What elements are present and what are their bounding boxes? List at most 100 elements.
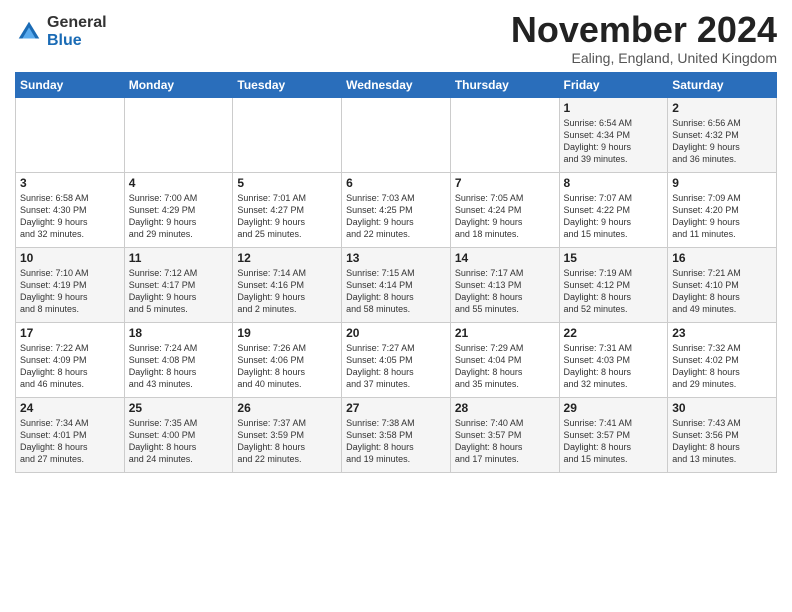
day-number: 26 xyxy=(237,401,337,415)
day-number: 1 xyxy=(564,101,664,115)
day-info: Sunrise: 7:01 AM Sunset: 4:27 PM Dayligh… xyxy=(237,192,337,241)
day-info: Sunrise: 7:26 AM Sunset: 4:06 PM Dayligh… xyxy=(237,342,337,391)
calendar-cell: 5 Sunrise: 7:01 AM Sunset: 4:27 PM Daylig… xyxy=(233,172,342,247)
location: Ealing, England, United Kingdom xyxy=(511,50,777,66)
calendar-cell: 4 Sunrise: 7:00 AM Sunset: 4:29 PM Daylig… xyxy=(124,172,233,247)
day-number: 17 xyxy=(20,326,120,340)
day-number: 4 xyxy=(129,176,229,190)
calendar-cell: 21 Sunrise: 7:29 AM Sunset: 4:04 PM Dayli… xyxy=(450,322,559,397)
day-info: Sunrise: 7:00 AM Sunset: 4:29 PM Dayligh… xyxy=(129,192,229,241)
day-info: Sunrise: 7:17 AM Sunset: 4:13 PM Dayligh… xyxy=(455,267,555,316)
day-number: 30 xyxy=(672,401,772,415)
day-info: Sunrise: 7:21 AM Sunset: 4:10 PM Dayligh… xyxy=(672,267,772,316)
day-info: Sunrise: 6:54 AM Sunset: 4:34 PM Dayligh… xyxy=(564,117,664,166)
day-number: 9 xyxy=(672,176,772,190)
col-wednesday: Wednesday xyxy=(342,72,451,97)
month-title: November 2024 xyxy=(511,10,777,50)
day-number: 28 xyxy=(455,401,555,415)
calendar-cell: 9Sunrise: 7:09 AM Sunset: 4:20 PM Daylig… xyxy=(668,172,777,247)
calendar-cell xyxy=(16,97,125,172)
day-number: 6 xyxy=(346,176,446,190)
calendar-cell: 6Sunrise: 7:03 AM Sunset: 4:25 PM Daylig… xyxy=(342,172,451,247)
logo-icon xyxy=(15,18,43,46)
calendar-week-2: 3Sunrise: 6:58 AM Sunset: 4:30 PM Daylig… xyxy=(16,172,777,247)
calendar-cell: 30 Sunrise: 7:43 AM Sunset: 3:56 PM Dayli… xyxy=(668,397,777,472)
calendar-table: Sunday Monday Tuesday Wednesday Thursday… xyxy=(15,72,777,473)
day-info: Sunrise: 7:35 AM Sunset: 4:00 PM Dayligh… xyxy=(129,417,229,466)
calendar-cell: 26 Sunrise: 7:37 AM Sunset: 3:59 PM Dayli… xyxy=(233,397,342,472)
day-number: 25 xyxy=(129,401,229,415)
calendar-cell: 3Sunrise: 6:58 AM Sunset: 4:30 PM Daylig… xyxy=(16,172,125,247)
day-info: Sunrise: 7:24 AM Sunset: 4:08 PM Dayligh… xyxy=(129,342,229,391)
day-number: 12 xyxy=(237,251,337,265)
day-number: 10 xyxy=(20,251,120,265)
day-number: 19 xyxy=(237,326,337,340)
calendar-cell: 16 Sunrise: 7:21 AM Sunset: 4:10 PM Dayli… xyxy=(668,247,777,322)
logo: General Blue xyxy=(15,14,107,49)
logo-blue-text: Blue xyxy=(47,32,107,50)
calendar-cell: 13 Sunrise: 7:15 AM Sunset: 4:14 PM Dayli… xyxy=(342,247,451,322)
calendar-cell: 28Sunrise: 7:40 AM Sunset: 3:57 PM Dayli… xyxy=(450,397,559,472)
day-number: 27 xyxy=(346,401,446,415)
day-number: 3 xyxy=(20,176,120,190)
day-number: 16 xyxy=(672,251,772,265)
day-info: Sunrise: 6:56 AM Sunset: 4:32 PM Dayligh… xyxy=(672,117,772,166)
calendar-cell: 15 Sunrise: 7:19 AM Sunset: 4:12 PM Dayli… xyxy=(559,247,668,322)
day-number: 22 xyxy=(564,326,664,340)
title-section: November 2024 Ealing, England, United Ki… xyxy=(511,10,777,66)
calendar-cell xyxy=(450,97,559,172)
day-info: Sunrise: 7:38 AM Sunset: 3:58 PM Dayligh… xyxy=(346,417,446,466)
day-info: Sunrise: 7:05 AM Sunset: 4:24 PM Dayligh… xyxy=(455,192,555,241)
logo-text: General Blue xyxy=(47,14,107,49)
calendar-cell: 19 Sunrise: 7:26 AM Sunset: 4:06 PM Dayli… xyxy=(233,322,342,397)
day-info: Sunrise: 7:43 AM Sunset: 3:56 PM Dayligh… xyxy=(672,417,772,466)
day-info: Sunrise: 7:15 AM Sunset: 4:14 PM Dayligh… xyxy=(346,267,446,316)
calendar-week-5: 24Sunrise: 7:34 AM Sunset: 4:01 PM Dayli… xyxy=(16,397,777,472)
day-number: 5 xyxy=(237,176,337,190)
calendar-week-1: 1 Sunrise: 6:54 AM Sunset: 4:34 PM Daylig… xyxy=(16,97,777,172)
day-number: 13 xyxy=(346,251,446,265)
calendar-cell: 14 Sunrise: 7:17 AM Sunset: 4:13 PM Dayli… xyxy=(450,247,559,322)
day-info: Sunrise: 7:07 AM Sunset: 4:22 PM Dayligh… xyxy=(564,192,664,241)
calendar-cell: 7 Sunrise: 7:05 AM Sunset: 4:24 PM Daylig… xyxy=(450,172,559,247)
day-info: Sunrise: 7:31 AM Sunset: 4:03 PM Dayligh… xyxy=(564,342,664,391)
day-number: 24 xyxy=(20,401,120,415)
col-friday: Friday xyxy=(559,72,668,97)
calendar-cell: 25 Sunrise: 7:35 AM Sunset: 4:00 PM Dayli… xyxy=(124,397,233,472)
day-number: 8 xyxy=(564,176,664,190)
day-number: 18 xyxy=(129,326,229,340)
calendar-cell: 27 Sunrise: 7:38 AM Sunset: 3:58 PM Dayli… xyxy=(342,397,451,472)
calendar-cell: 29Sunrise: 7:41 AM Sunset: 3:57 PM Dayli… xyxy=(559,397,668,472)
day-info: Sunrise: 7:27 AM Sunset: 4:05 PM Dayligh… xyxy=(346,342,446,391)
day-info: Sunrise: 7:19 AM Sunset: 4:12 PM Dayligh… xyxy=(564,267,664,316)
calendar-cell: 20Sunrise: 7:27 AM Sunset: 4:05 PM Dayli… xyxy=(342,322,451,397)
calendar-cell: 8 Sunrise: 7:07 AM Sunset: 4:22 PM Daylig… xyxy=(559,172,668,247)
day-info: Sunrise: 7:37 AM Sunset: 3:59 PM Dayligh… xyxy=(237,417,337,466)
day-number: 14 xyxy=(455,251,555,265)
day-number: 2 xyxy=(672,101,772,115)
day-info: Sunrise: 7:32 AM Sunset: 4:02 PM Dayligh… xyxy=(672,342,772,391)
calendar-cell: 22 Sunrise: 7:31 AM Sunset: 4:03 PM Dayli… xyxy=(559,322,668,397)
day-info: Sunrise: 7:12 AM Sunset: 4:17 PM Dayligh… xyxy=(129,267,229,316)
col-monday: Monday xyxy=(124,72,233,97)
col-sunday: Sunday xyxy=(16,72,125,97)
day-number: 21 xyxy=(455,326,555,340)
day-info: Sunrise: 7:29 AM Sunset: 4:04 PM Dayligh… xyxy=(455,342,555,391)
calendar-week-4: 17Sunrise: 7:22 AM Sunset: 4:09 PM Dayli… xyxy=(16,322,777,397)
day-number: 23 xyxy=(672,326,772,340)
calendar-cell: 24Sunrise: 7:34 AM Sunset: 4:01 PM Dayli… xyxy=(16,397,125,472)
calendar-cell: 23 Sunrise: 7:32 AM Sunset: 4:02 PM Dayli… xyxy=(668,322,777,397)
col-saturday: Saturday xyxy=(668,72,777,97)
page-container: General Blue November 2024 Ealing, Engla… xyxy=(0,0,792,483)
calendar-cell: 10Sunrise: 7:10 AM Sunset: 4:19 PM Dayli… xyxy=(16,247,125,322)
day-number: 11 xyxy=(129,251,229,265)
calendar-cell: 11 Sunrise: 7:12 AM Sunset: 4:17 PM Dayli… xyxy=(124,247,233,322)
day-number: 15 xyxy=(564,251,664,265)
header-row: Sunday Monday Tuesday Wednesday Thursday… xyxy=(16,72,777,97)
calendar-cell xyxy=(233,97,342,172)
day-info: Sunrise: 7:14 AM Sunset: 4:16 PM Dayligh… xyxy=(237,267,337,316)
header: General Blue November 2024 Ealing, Engla… xyxy=(15,10,777,66)
day-number: 7 xyxy=(455,176,555,190)
calendar-cell xyxy=(342,97,451,172)
calendar-cell: 1 Sunrise: 6:54 AM Sunset: 4:34 PM Daylig… xyxy=(559,97,668,172)
